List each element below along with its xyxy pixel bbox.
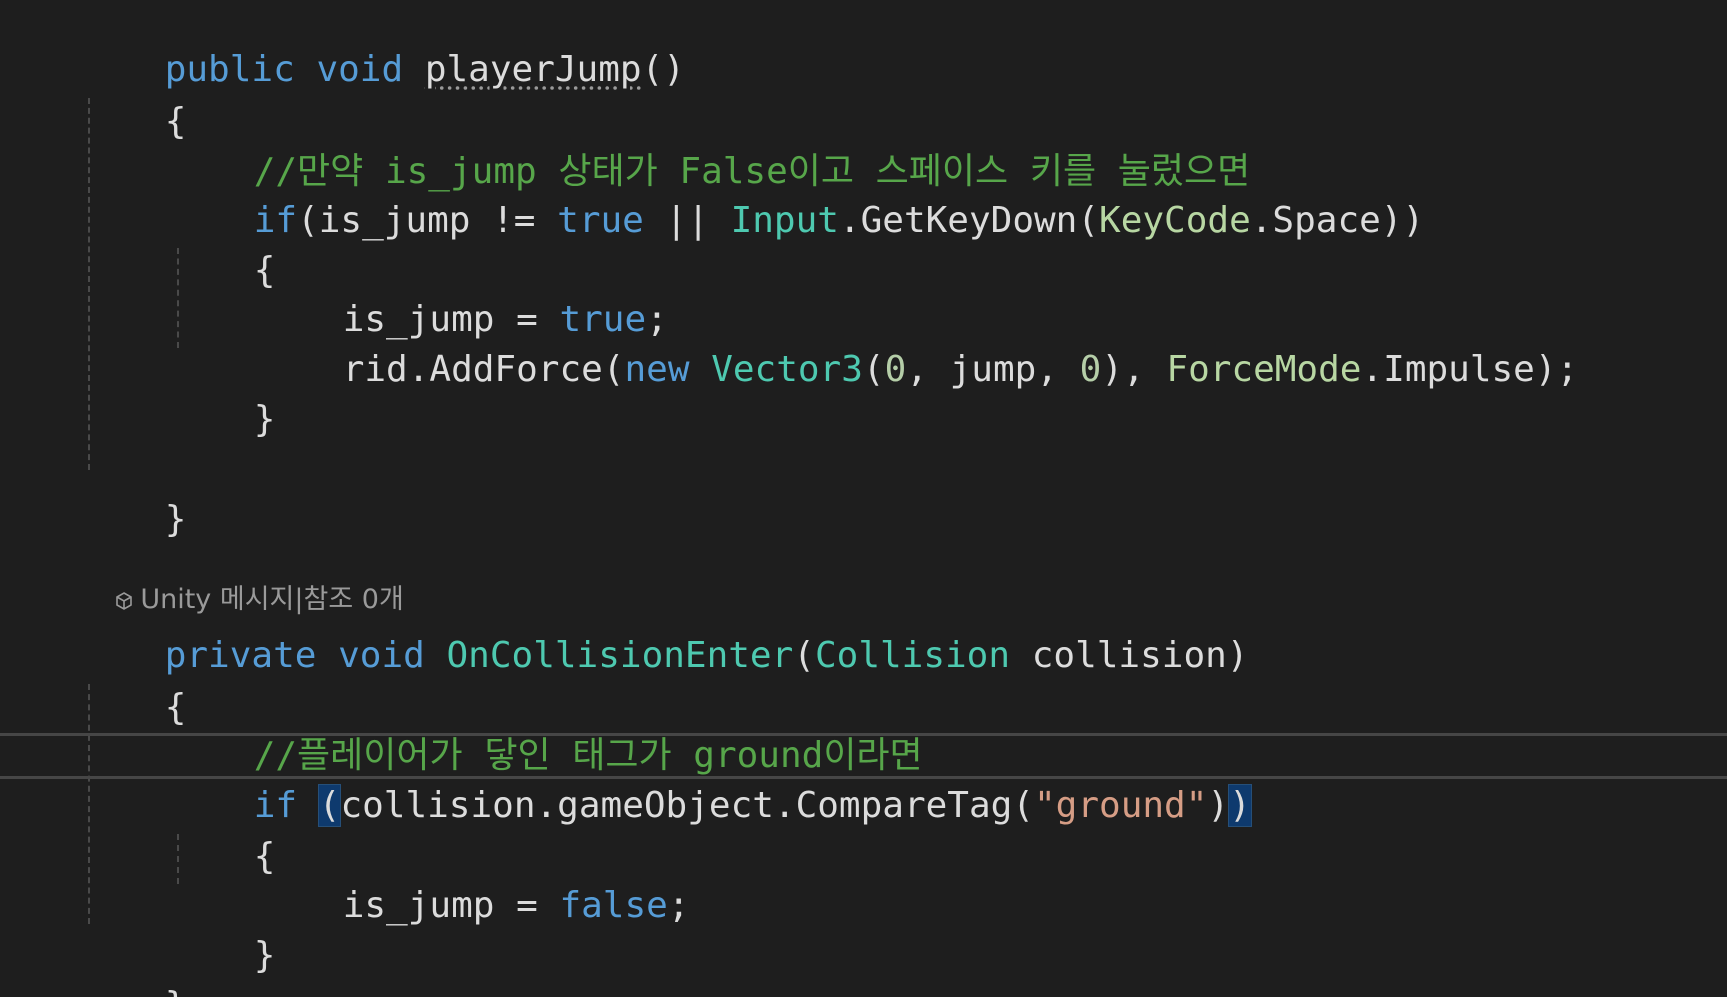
type-name: Vector3 xyxy=(711,349,863,390)
code-text: collision.gameObject.CompareTag( xyxy=(340,785,1034,826)
close-brace: } xyxy=(164,499,187,540)
code-text: rid.AddForce( xyxy=(342,349,625,390)
code-text: (is_jump != xyxy=(297,200,558,241)
method-name[interactable]: playerJump xyxy=(425,49,642,90)
code-text: || xyxy=(643,200,731,241)
close-brace: } xyxy=(165,985,187,997)
code-line-comment[interactable]: //만약 is_jump 상태가 False이고 스페이스 키를 눌렀으면 xyxy=(167,97,1251,192)
code-text: ( xyxy=(862,349,885,390)
code-line-method-signature[interactable]: public void playerJump() xyxy=(78,0,685,90)
code-line-if[interactable]: if(is_jump != true || Input.GetKeyDown(K… xyxy=(167,146,1424,241)
code-line-comment[interactable]: //플레이어가 닿인 태그가 ground이라면 xyxy=(167,681,923,776)
code-line-if[interactable]: if (collision.gameObject.CompareTag("gro… xyxy=(167,731,1252,827)
code-text: collision) xyxy=(1010,635,1249,676)
code-editor[interactable]: public void playerJump() { //만약 is_jump … xyxy=(0,0,1727,997)
keyword: new xyxy=(624,349,690,390)
codelens[interactable]: Unity 메시지|참조 0개 xyxy=(80,540,404,615)
code-line-brace[interactable]: { xyxy=(78,633,187,728)
code-line-addforce[interactable]: rid.AddForce(new Vector3(0, jump, 0), Fo… xyxy=(256,295,1579,390)
keyword: void xyxy=(338,635,425,676)
code-text: ) xyxy=(1207,785,1230,826)
keyword: private xyxy=(164,635,317,676)
enum-name: ForceMode xyxy=(1166,349,1362,390)
code-line-brace[interactable]: { xyxy=(78,47,187,142)
code-line-brace[interactable]: } xyxy=(167,345,276,440)
code-line-brace[interactable]: { xyxy=(167,782,276,877)
code-text: ( xyxy=(793,635,815,676)
matched-paren-close: ) xyxy=(1228,784,1252,827)
code-line-brace[interactable]: } xyxy=(78,931,187,997)
parens: () xyxy=(641,49,685,90)
code-text: ), xyxy=(1101,349,1167,390)
code-line-brace[interactable]: } xyxy=(78,445,187,540)
code-text: , jump, xyxy=(906,349,1080,390)
close-brace: } xyxy=(253,935,276,976)
semicolon: ; xyxy=(667,885,690,926)
keyword: false xyxy=(559,885,668,926)
code-text: is_jump = xyxy=(342,885,560,926)
number: 0 xyxy=(884,349,907,390)
keyword: true xyxy=(557,200,644,241)
type-name: Collision xyxy=(814,635,1011,676)
code-line-assign[interactable]: is_jump = false; xyxy=(256,831,690,926)
matched-paren-open: ( xyxy=(317,784,342,827)
code-text: .Space)) xyxy=(1250,200,1425,241)
code-line-brace[interactable]: } xyxy=(167,881,276,976)
code-line-assign[interactable]: is_jump = true; xyxy=(256,245,668,340)
code-line-brace[interactable]: { xyxy=(167,196,276,291)
code-text: .Impulse); xyxy=(1361,349,1579,390)
close-brace: } xyxy=(253,399,276,440)
method-name[interactable]: OnCollisionEnter xyxy=(447,635,794,676)
enum-name: KeyCode xyxy=(1099,200,1251,241)
type-name: Input xyxy=(730,200,839,241)
number: 0 xyxy=(1079,349,1102,390)
string-literal: "ground" xyxy=(1034,785,1208,826)
code-text: .GetKeyDown( xyxy=(838,200,1100,241)
code-line-method-signature[interactable]: private void OnCollisionEnter(Collision … xyxy=(78,581,1249,676)
keyword: void xyxy=(316,49,404,90)
